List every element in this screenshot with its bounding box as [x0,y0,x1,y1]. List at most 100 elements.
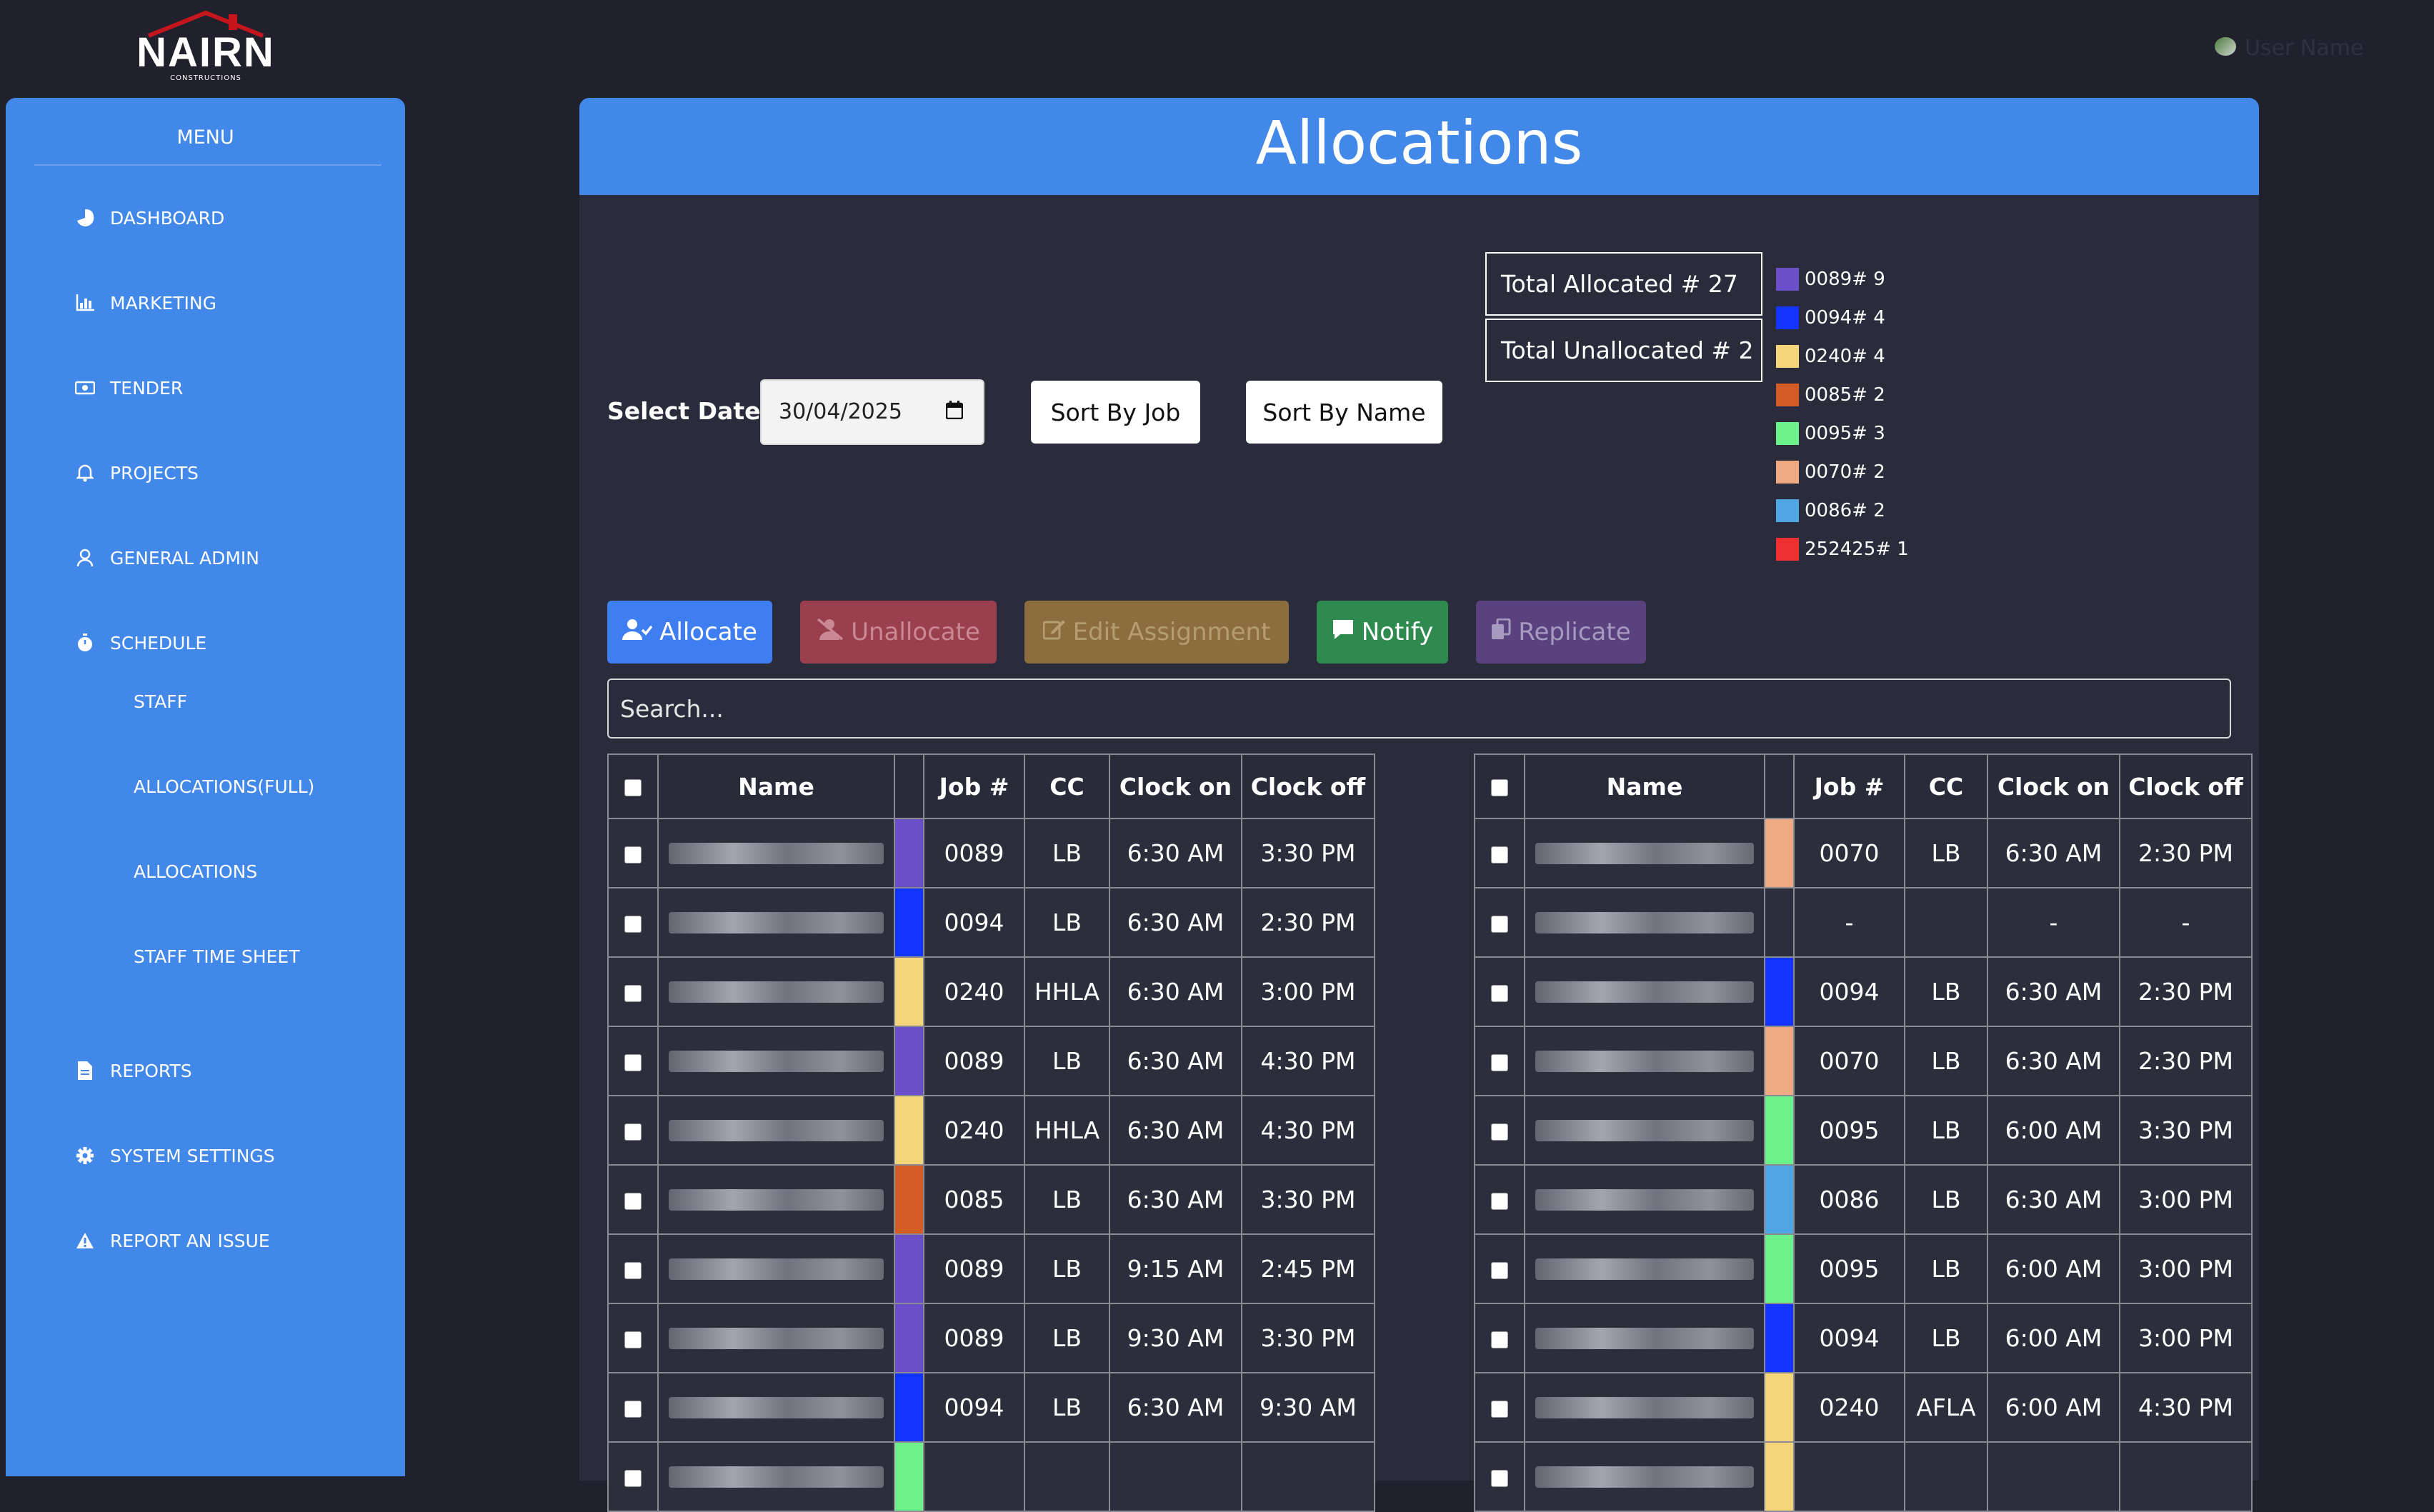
table-row[interactable]: 0070 LB 6:30 AM 2:30 PM [1474,1026,2253,1096]
sort-by-name-button[interactable]: Sort By Name [1246,381,1442,444]
table-row[interactable]: 0240 AFLA 6:00 AM 4:30 PM [1474,1372,2253,1443]
row-checkbox[interactable] [1491,846,1508,863]
sidebar-subitem-staff-time-sheet[interactable]: STAFF TIME SHEET [134,946,300,967]
col-cc[interactable]: CC [1904,754,1988,819]
table-row[interactable]: 0089 LB 6:30 AM 3:30 PM [607,818,1375,888]
table-row[interactable]: 0094 LB 6:30 AM 2:30 PM [607,887,1375,958]
sidebar-item-marketing[interactable]: MARKETING [74,292,216,314]
col-clock-on[interactable]: Clock on [1109,754,1242,819]
row-checkbox[interactable] [624,1053,642,1071]
col-job[interactable]: Job # [1793,754,1905,819]
table-row[interactable]: 0240 HHLA 6:30 AM 4:30 PM [607,1095,1375,1166]
row-select-cell[interactable] [607,1164,659,1235]
col-job[interactable]: Job # [923,754,1025,819]
select-all-cell[interactable] [1474,754,1525,819]
row-checkbox[interactable] [1491,1261,1508,1279]
table-row[interactable]: 0089 LB 6:30 AM 4:30 PM [607,1026,1375,1096]
row-select-cell[interactable] [607,1026,659,1096]
sidebar-item-dashboard[interactable]: DASHBOARD [74,207,224,229]
row-checkbox[interactable] [624,1469,642,1487]
row-checkbox[interactable] [624,846,642,863]
table-row[interactable] [607,1441,1375,1512]
sidebar-item-projects[interactable]: PROJECTS [74,462,199,484]
row-select-cell[interactable] [1474,887,1525,958]
col-name[interactable]: Name [1524,754,1765,819]
sidebar-subitem-staff[interactable]: STAFF [134,691,187,712]
row-checkbox[interactable] [624,1261,642,1279]
col-clock-off[interactable]: Clock off [1241,754,1375,819]
col-clock-on[interactable]: Clock on [1987,754,2120,819]
table-row[interactable]: 0089 LB 9:15 AM 2:45 PM [607,1233,1375,1304]
user-menu[interactable]: User Name [2215,31,2400,63]
unallocate-button[interactable]: Unallocate [800,601,997,664]
date-picker[interactable]: 30/04/2025 [760,379,984,445]
col-name[interactable]: Name [657,754,895,819]
row-select-cell[interactable] [607,1372,659,1443]
row-checkbox[interactable] [624,1331,642,1348]
sidebar-item-reports[interactable]: REPORTS [74,1060,192,1081]
sidebar-subitem-allocations-full[interactable]: ALLOCATIONS(FULL) [134,776,314,797]
col-cc[interactable]: CC [1024,754,1110,819]
row-select-cell[interactable] [607,1441,659,1512]
brand-logo[interactable]: NAIRN CONSTRUCTIONS [134,10,277,82]
calendar-icon[interactable] [945,401,964,421]
row-select-cell[interactable] [607,887,659,958]
row-checkbox[interactable] [1491,984,1508,1002]
sidebar-item-general-admin[interactable]: GENERAL ADMIN [74,547,259,569]
row-checkbox[interactable] [1491,1053,1508,1071]
row-checkbox[interactable] [1491,915,1508,933]
search-input[interactable] [607,679,2231,739]
row-checkbox[interactable] [624,984,642,1002]
row-checkbox[interactable] [1491,1469,1508,1487]
sidebar-subitem-allocations[interactable]: ALLOCATIONS [134,861,257,882]
table-row[interactable]: 0095 LB 6:00 AM 3:30 PM [1474,1095,2253,1166]
row-select-cell[interactable] [1474,818,1525,888]
row-select-cell[interactable] [1474,1095,1525,1166]
table-row[interactable]: 0070 LB 6:30 AM 2:30 PM [1474,818,2253,888]
row-checkbox[interactable] [1491,1400,1508,1418]
table-row[interactable]: 0086 LB 6:30 AM 3:00 PM [1474,1164,2253,1235]
select-all-checkbox[interactable] [624,779,642,796]
edit-assignment-button[interactable]: Edit Assignment [1024,601,1289,664]
table-row[interactable]: 0094 LB 6:30 AM 9:30 AM [607,1372,1375,1443]
row-select-cell[interactable] [607,818,659,888]
row-checkbox[interactable] [624,1192,642,1210]
notify-button[interactable]: Notify [1317,601,1448,664]
cc-cell: LB [1904,1303,1988,1373]
row-select-cell[interactable] [1474,1026,1525,1096]
col-clock-off[interactable]: Clock off [2119,754,2253,819]
table-row[interactable]: 0240 HHLA 6:30 AM 3:00 PM [607,956,1375,1027]
row-select-cell[interactable] [1474,1164,1525,1235]
row-select-cell[interactable] [1474,1372,1525,1443]
select-all-checkbox[interactable] [1491,779,1508,796]
row-select-cell[interactable] [607,1303,659,1373]
row-select-cell[interactable] [607,1095,659,1166]
table-row[interactable]: 0089 LB 9:30 AM 3:30 PM [607,1303,1375,1373]
row-checkbox[interactable] [1491,1331,1508,1348]
sidebar-item-tender[interactable]: TENDER [74,377,183,399]
row-checkbox[interactable] [624,915,642,933]
table-row[interactable]: 0095 LB 6:00 AM 3:00 PM [1474,1233,2253,1304]
sidebar-item-system-settings[interactable]: SYSTEM SETTINGS [74,1145,275,1166]
row-select-cell[interactable] [1474,1233,1525,1304]
sort-by-job-button[interactable]: Sort By Job [1031,381,1200,444]
row-checkbox[interactable] [1491,1192,1508,1210]
table-row[interactable]: --- [1474,887,2253,958]
replicate-button[interactable]: Replicate [1476,601,1646,664]
row-select-cell[interactable] [1474,1441,1525,1512]
table-row[interactable]: 0094 LB 6:00 AM 3:00 PM [1474,1303,2253,1373]
table-row[interactable] [1474,1441,2253,1512]
row-checkbox[interactable] [1491,1123,1508,1141]
row-select-cell[interactable] [1474,1303,1525,1373]
row-select-cell[interactable] [607,956,659,1027]
table-row[interactable]: 0094 LB 6:30 AM 2:30 PM [1474,956,2253,1027]
row-checkbox[interactable] [624,1400,642,1418]
row-select-cell[interactable] [607,1233,659,1304]
select-all-cell[interactable] [607,754,659,819]
table-row[interactable]: 0085 LB 6:30 AM 3:30 PM [607,1164,1375,1235]
allocate-button[interactable]: Allocate [607,601,772,664]
sidebar-item-schedule[interactable]: SCHEDULE [74,632,206,654]
row-checkbox[interactable] [624,1123,642,1141]
row-select-cell[interactable] [1474,956,1525,1027]
sidebar-item-report-issue[interactable]: REPORT AN ISSUE [74,1230,270,1251]
